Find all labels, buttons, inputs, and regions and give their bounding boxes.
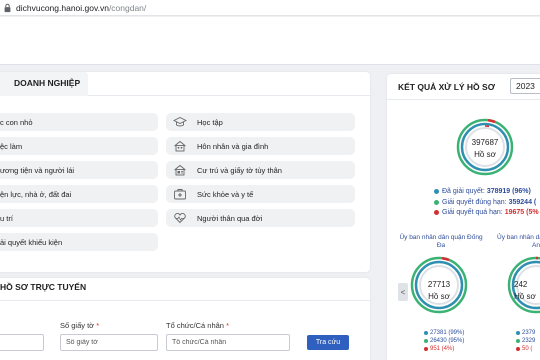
org-name-line1: Ủy ban nhân dân quận Đống [399,234,483,241]
organization-input[interactable] [166,334,290,351]
legend-value: 19675 (5% [504,209,539,216]
legend-dot [516,347,520,351]
url-text[interactable]: dichvucong.hanoi.gov.vn/congdan/ [16,3,146,13]
legend-dot [434,200,439,205]
service-item-health[interactable]: Sức khỏe và y tế [166,185,355,203]
org2-legend-resolved: 2379 [516,330,535,336]
service-item-residence-id[interactable]: Cư trú và giấy tờ tùy thân [166,161,355,179]
org1-legend-overdue: 951 (4%) [424,346,454,352]
main-donut-center: 397687 Hồ sơ [460,138,510,159]
carousel-prev-button[interactable]: < [398,283,408,301]
service-item-complaints[interactable]: ải quyết khiếu kiện [0,233,158,251]
browser-address-bar[interactable]: dichvucong.hanoi.gov.vn/congdan/ [0,0,540,16]
tab-business[interactable]: DOANH NGHIỆP [0,72,89,96]
legend-dot [424,347,428,351]
legend-label: Giải quyết quá hạn: [442,209,503,216]
legend-label: Giải quyết đúng hạn: [442,199,507,206]
legend-value: 27381 (99%) [430,330,465,336]
service-item-housing[interactable]: ện lực, nhà ở, đất đai [0,185,158,203]
search-button[interactable]: Tra cứu [307,335,349,350]
legend-dot [516,339,520,343]
legend-resolved: Đã giải quyết: 378919 (96%) [434,188,531,195]
legend-value: 951 (4%) [430,346,455,352]
donut-overdue-arc [441,256,450,262]
donut-overdue-arc [487,118,496,124]
service-label: ương tiện và người lái [0,165,75,175]
service-item-marriage-family[interactable]: Hôn nhân và gia đình [166,137,355,155]
legend-value: 378919 (96%) [486,188,531,195]
main-unit: Hồ sơ [474,150,496,159]
service-item-bereavement[interactable]: Người thân qua đời [166,209,355,227]
organization-label: Tổ chức/Cá nhân * [166,321,229,330]
medical-kit-icon [173,188,187,200]
service-label: Cư trú và giấy tờ tùy thân [197,165,282,175]
legend-label: Đã giải quyết: [442,188,485,195]
org-name-line2: Đa [436,242,446,249]
organization-label-text: Tổ chức/Cá nhân [166,321,224,330]
service-label: Người thân qua đời [197,213,263,223]
legend-value: 359244 ( [508,199,537,206]
lock-icon [4,3,11,13]
divider [0,300,370,301]
application-code-input[interactable] [0,334,44,351]
service-label: Sức khỏe và y tế [197,189,254,199]
org1-total: 27713 [427,280,451,289]
service-label: u trí [0,213,13,223]
service-item-retirement[interactable]: u trí [0,209,158,227]
graduation-cap-icon [173,116,187,128]
org-name-line2: An [532,242,540,249]
legend-dot [424,331,428,335]
results-title: KẾT QUẢ XỬ LÝ HỒ SƠ [398,82,495,92]
service-label: Hôn nhân và gia đình [197,141,269,151]
legend-dot [424,339,428,343]
site-header [0,17,540,65]
divider [387,99,540,100]
org1-legend-resolved: 27381 (99%) [424,330,464,336]
service-label: ải quyết khiếu kiện [0,237,63,247]
org2-total: 242 [514,280,528,289]
service-label: Học tập [197,117,223,127]
org-name-line1: Ủy ban nhân dân [497,234,540,241]
legend-dot [434,189,439,194]
org1-donut-center: 27713 Hồ sơ [414,280,464,301]
legend-value: 2329 [522,338,536,344]
doc-number-label: Số giấy tờ * [60,321,99,330]
doc-number-input[interactable] [60,334,158,351]
service-item-children[interactable]: c con nhỏ [0,113,158,131]
services-tabbar: DOANH NGHIỆP [0,72,370,96]
family-house-icon [173,140,187,152]
org-name-dong-da[interactable]: Ủy ban nhân dân quận Đống Đa [396,234,486,250]
lookup-title: HỒ SƠ TRỰC TUYẾN [0,282,87,292]
legend-dot [434,210,439,215]
legend-dot [516,331,520,335]
url-path: /congdan/ [108,3,147,13]
org2-legend-overdue: 50 ( [516,346,532,352]
year-select[interactable]: 2023 [510,78,540,94]
org2-unit: Hồ sơ [514,292,536,301]
service-item-vehicles[interactable]: ương tiện và người lái [0,161,158,179]
legend-value: 26430 (95%) [430,338,465,344]
required-mark: * [226,321,229,330]
required-mark: * [96,321,100,330]
service-label: ệc làm [0,141,23,151]
url-host: dichvucong.hanoi.gov.vn [16,3,109,13]
service-label: ện lực, nhà ở, đất đai [0,189,72,199]
org1-unit: Hồ sơ [428,292,450,301]
org1-legend-on-time: 26430 (95%) [424,338,464,344]
org-name-second[interactable]: Ủy ban nhân dân An [497,234,540,250]
legend-overdue: Giải quyết quá hạn: 19675 (5% [434,209,539,216]
legend-value: 2379 [522,330,536,336]
legend-value: 50 ( [522,346,533,352]
service-item-education[interactable]: Học tập [166,113,355,131]
heart-icon [173,212,187,224]
legend-on-time: Giải quyết đúng hạn: 359244 ( [434,199,536,206]
doc-number-label-text: Số giấy tờ [60,321,95,330]
service-item-jobs[interactable]: ệc làm [0,137,158,155]
service-label: c con nhỏ [0,117,33,127]
org2-legend-on-time: 2329 [516,338,535,344]
id-card-icon [173,164,187,176]
org2-donut-center: 242 Hồ sơ [514,280,540,301]
main-total: 397687 [471,138,499,147]
